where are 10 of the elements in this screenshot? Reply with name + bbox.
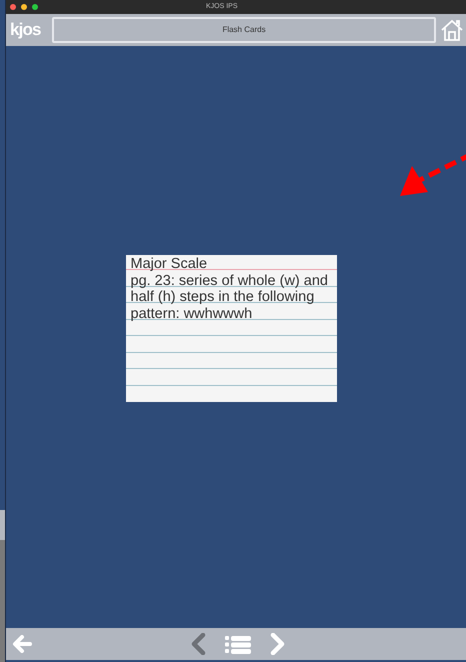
- list-icon: [225, 634, 251, 654]
- back-button[interactable]: [10, 632, 34, 656]
- logo: kjos: [10, 19, 42, 42]
- card-text: pg. 23: series of whole (w) and half (h) steps in the following pattern: wwhwwwh: [130, 272, 329, 322]
- page-title: Flash Cards: [222, 24, 266, 36]
- card-title: Major Scale: [130, 256, 208, 272]
- back-arrow-icon: [12, 635, 32, 653]
- chevron-right-icon: [270, 633, 286, 655]
- home-icon: [440, 18, 464, 42]
- chevron-left-icon: [190, 633, 206, 655]
